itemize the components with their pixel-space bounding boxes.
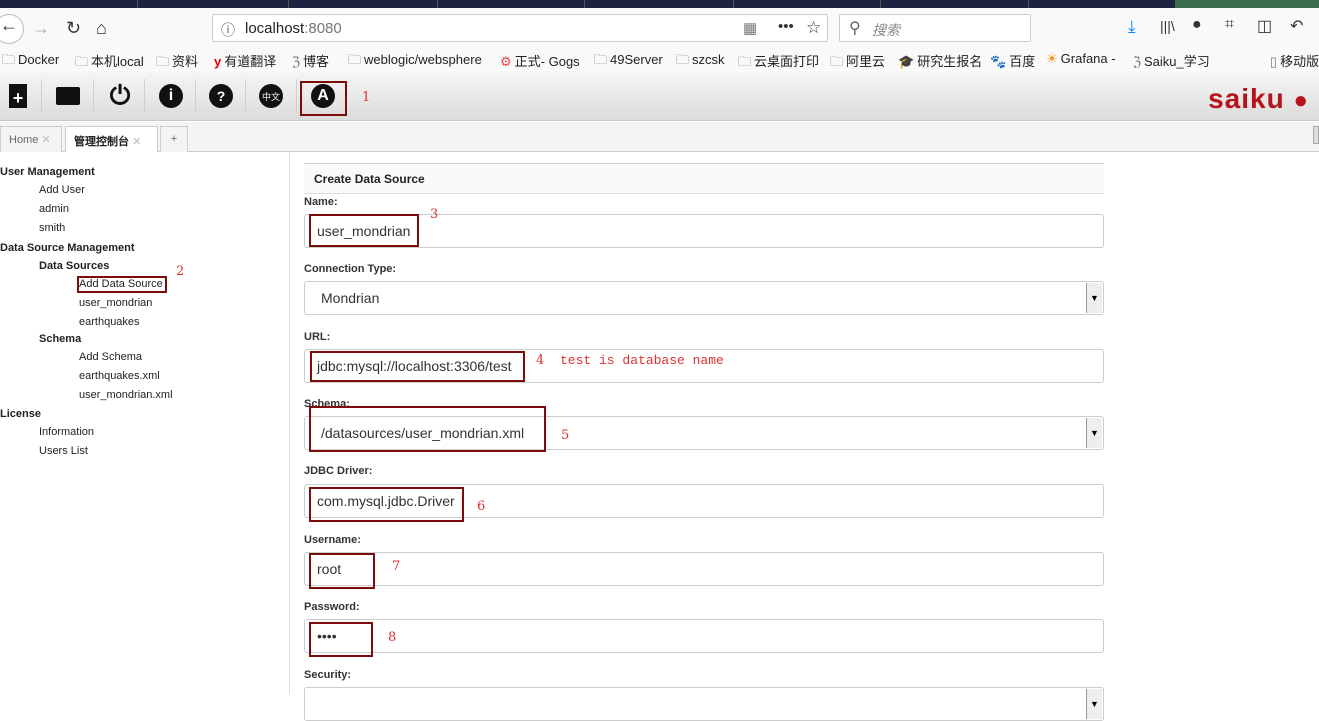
scrollbar[interactable] xyxy=(1313,126,1319,144)
logout-icon[interactable]: ⏻ xyxy=(106,80,134,110)
password-label: Password: xyxy=(304,601,360,613)
more-icon[interactable]: ••• xyxy=(778,18,794,35)
bookmark[interactable]: 🗀 Docker xyxy=(2,51,59,73)
back-icon[interactable]: ← xyxy=(0,14,24,44)
bookmark-star-icon[interactable]: ☆ xyxy=(806,18,821,38)
name-label: Name: xyxy=(304,196,338,208)
jdbc-driver-label: JDBC Driver: xyxy=(304,465,373,477)
forward-icon[interactable]: → xyxy=(32,18,50,39)
annotation-number: 3 xyxy=(430,207,439,222)
new-query-icon[interactable]: + xyxy=(4,82,32,110)
tab-home[interactable]: Home ✕ xyxy=(0,126,62,152)
subsection-data-sources: Data Sources xyxy=(39,260,110,272)
sidebar-item-add-schema[interactable]: Add Schema xyxy=(79,351,142,363)
help-icon[interactable]: ? xyxy=(207,82,235,110)
open-icon[interactable] xyxy=(54,82,82,110)
annotation-number: 8 xyxy=(388,630,397,645)
bookmark[interactable]: ℨ 博客 xyxy=(292,51,329,70)
sidebar-item-users-list[interactable]: Users List xyxy=(39,445,88,457)
bookmarks-bar: 🗀 Docker 🗀 本机local 🗀 资料 y 有道翻译 ℨ 博客 🗀 weblogic… xyxy=(0,48,1319,70)
bookmark[interactable]: 🗀 49Server xyxy=(594,51,663,73)
bookmark[interactable]: 🗀 weblogic/websphere xyxy=(348,51,482,73)
bookmark[interactable]: 🗀 szcsk xyxy=(676,51,725,73)
search-input[interactable]: ⚲ 搜索 xyxy=(839,14,1031,42)
sidebar-item-add-user[interactable]: Add User xyxy=(39,184,85,196)
search-icon: ⚲ xyxy=(849,20,861,37)
annotation-box xyxy=(300,81,347,116)
security-label: Security: xyxy=(304,669,352,681)
home-icon[interactable]: ⌂ xyxy=(96,18,107,39)
bookmark[interactable]: ℨ Saiku_学习 xyxy=(1133,51,1210,70)
reload-icon[interactable]: ↻ xyxy=(66,18,81,39)
name-input[interactable]: user_mondrian xyxy=(304,214,1104,248)
undo-icon[interactable]: ↶ xyxy=(1290,16,1303,36)
sidebar-item-user[interactable]: smith xyxy=(39,222,65,234)
bookmark[interactable]: ⚙ 正式- Gogs xyxy=(500,51,580,70)
admin-sidebar: User Management Add User admin smith Dat… xyxy=(0,152,290,694)
url-port: :8080 xyxy=(304,20,342,37)
sidebar-icon[interactable]: ◫ xyxy=(1257,16,1272,36)
saiku-logo: saiku ● xyxy=(1208,83,1309,114)
qr-icon[interactable]: ▦ xyxy=(743,19,757,37)
saiku-toolbar: + ⏻ i ? 中文 A saiku ● xyxy=(0,71,1319,121)
annotation-box xyxy=(309,487,464,522)
password-input[interactable]: •••• xyxy=(304,619,1104,653)
chevron-down-icon[interactable]: ▼ xyxy=(1086,418,1102,448)
annotation-box xyxy=(309,406,546,452)
sidebar-item-schema[interactable]: earthquakes.xml xyxy=(79,370,160,382)
annotation-note: test is database name xyxy=(560,353,724,368)
section-user-management: User Management xyxy=(0,166,95,178)
url-label: URL: xyxy=(304,331,331,343)
info-icon[interactable]: ⓘ xyxy=(221,20,235,40)
security-select[interactable]: ▼ xyxy=(304,687,1104,721)
library-icon[interactable]: |||\ xyxy=(1160,18,1175,34)
about-icon[interactable]: i xyxy=(157,82,185,110)
sidebar-item-data-source[interactable]: earthquakes xyxy=(79,316,140,328)
tab-bar: Home ✕ 管理控制台 ✕ + xyxy=(0,122,1319,152)
tab-admin-console[interactable]: 管理控制台 ✕ xyxy=(65,126,158,152)
annotation-number: 6 xyxy=(477,499,486,514)
annotation-number: 2 xyxy=(176,264,185,279)
annotation-number: 7 xyxy=(392,559,401,574)
bookmark[interactable]: y 有道翻译 xyxy=(214,51,276,70)
annotation-box xyxy=(309,622,373,657)
bookmark[interactable]: 🐾 百度 xyxy=(990,51,1035,70)
crop-icon[interactable]: ⌗ xyxy=(1225,16,1234,34)
new-tab-button[interactable]: + xyxy=(160,126,188,152)
section-data-source-management: Data Source Management xyxy=(0,242,135,254)
chevron-down-icon[interactable]: ▼ xyxy=(1086,283,1102,313)
language-icon[interactable]: 中文 xyxy=(257,82,285,110)
url-host: localhost xyxy=(245,20,305,37)
username-label: Username: xyxy=(304,534,361,546)
annotation-number: 1 xyxy=(362,90,371,105)
download-icon[interactable]: ⤓ xyxy=(1128,17,1136,37)
section-license: License xyxy=(0,408,41,420)
url-bar[interactable]: ⓘ localhost:8080 ▦ ••• ☆ xyxy=(212,14,828,42)
chat-icon[interactable]: ● xyxy=(1192,16,1202,34)
subsection-schema: Schema xyxy=(39,333,82,345)
bookmark[interactable]: ☀ Grafana - xyxy=(1046,51,1116,67)
annotation-number: 4 xyxy=(536,353,545,368)
annotation-box xyxy=(309,553,375,589)
form-title: Create Data Source xyxy=(304,163,1104,194)
browser-tab-strip xyxy=(0,0,1319,8)
sidebar-item-user[interactable]: admin xyxy=(39,203,69,215)
sidebar-item-data-source[interactable]: user_mondrian xyxy=(79,297,152,309)
bookmark[interactable]: ▯ 移动版 xyxy=(1270,51,1319,70)
close-icon[interactable]: ✕ xyxy=(132,136,141,148)
connection-type-label: Connection Type: xyxy=(304,263,397,275)
sidebar-item-information[interactable]: Information xyxy=(39,426,94,438)
annotation-number: 5 xyxy=(561,428,570,443)
bookmark[interactable]: 🎓 研究生报名 xyxy=(898,51,982,70)
annotation-box xyxy=(309,214,419,247)
annotation-box xyxy=(310,351,525,382)
annotation-box xyxy=(77,276,167,293)
connection-type-select[interactable]: Mondrian ▼ xyxy=(304,281,1104,315)
username-input[interactable]: root xyxy=(304,552,1104,586)
sidebar-item-schema[interactable]: user_mondrian.xml xyxy=(79,389,173,401)
close-icon[interactable]: ✕ xyxy=(41,134,50,146)
